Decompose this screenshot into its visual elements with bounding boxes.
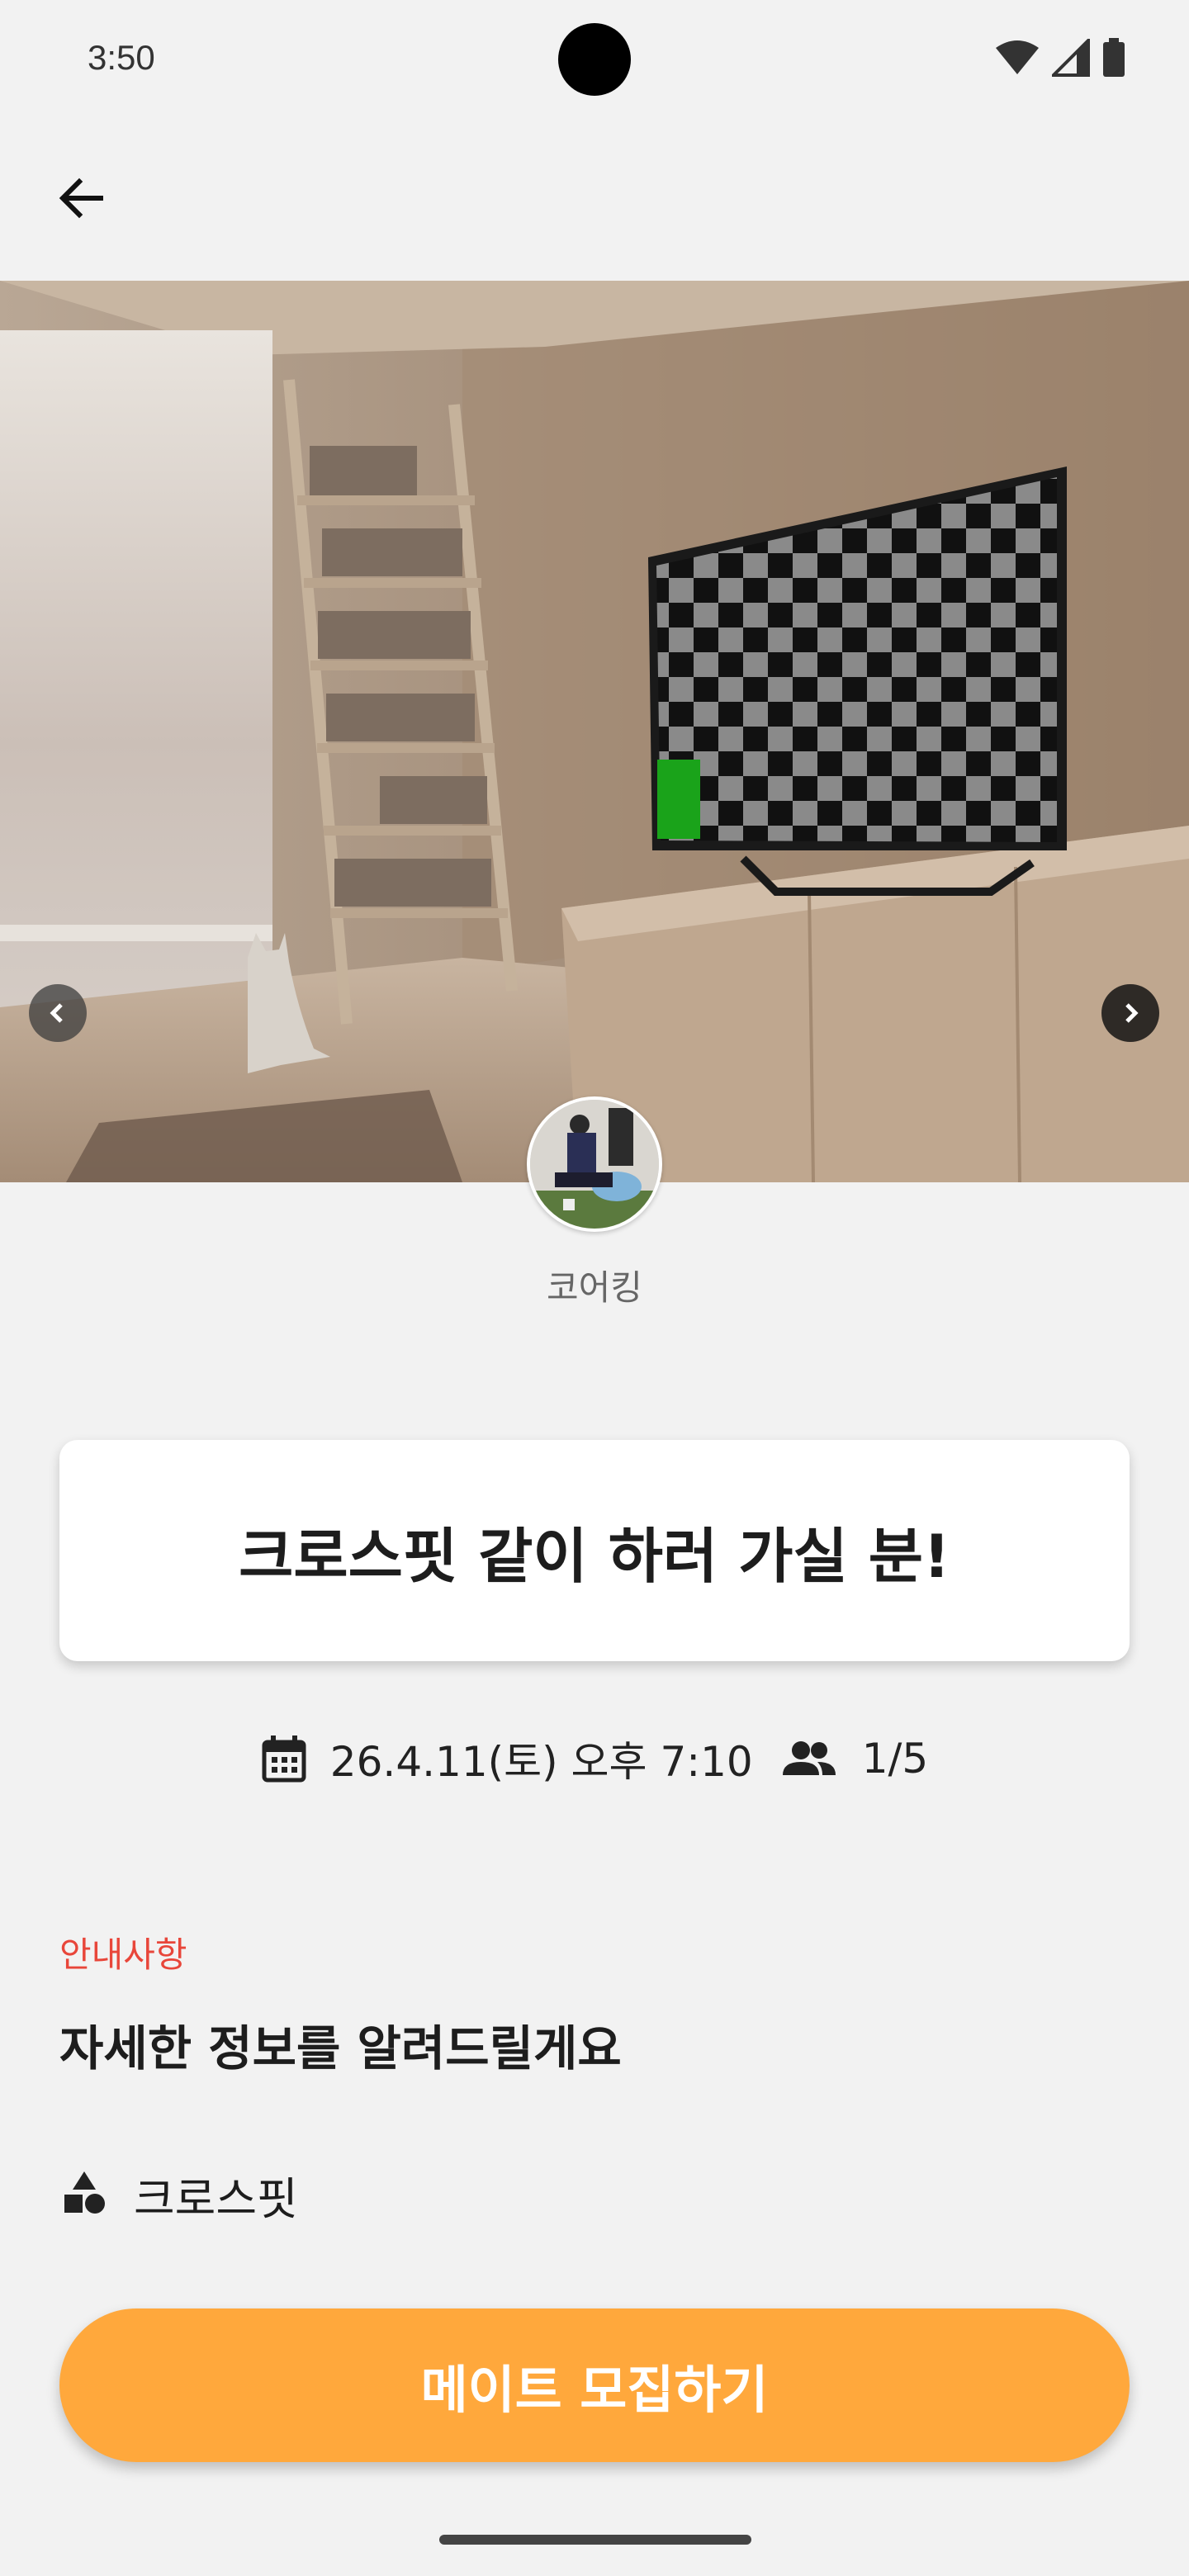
wifi-icon <box>994 40 1040 79</box>
post-title-card: 크로스핏 같이 하러 가실 분! <box>59 1440 1130 1661</box>
author-avatar[interactable] <box>527 1096 662 1232</box>
post-title: 크로스핏 같이 하러 가실 분! <box>239 1521 950 1591</box>
shapes-icon <box>59 2168 109 2221</box>
status-icons <box>994 36 1126 81</box>
category-label: 크로스핏 <box>134 2172 298 2225</box>
participant-count: 1/5 <box>861 1735 929 1783</box>
battery-icon <box>1101 38 1126 81</box>
calendar-icon <box>261 1734 307 1783</box>
back-button[interactable] <box>46 165 116 234</box>
workout-photo-avatar <box>530 1100 659 1229</box>
top-app-bar <box>0 116 1189 281</box>
chevron-left-icon <box>45 1000 71 1026</box>
chevron-right-icon <box>1117 1000 1144 1026</box>
category-row: 크로스핏 <box>59 2162 298 2228</box>
carousel-next-button[interactable] <box>1101 984 1159 1042</box>
recruit-mate-button[interactable]: 메이트 모집하기 <box>59 2308 1130 2462</box>
author-name: 코어킹 <box>547 1267 642 1308</box>
meeting-datetime: 26.4.11(토) 오후 7:10 <box>329 1738 753 1786</box>
carousel-prev-button[interactable] <box>29 984 87 1042</box>
post-meta-row: 26.4.11(토) 오후 7:10 1/5 <box>0 1727 1189 1790</box>
info-section-heading: 자세한 정보를 알려드릴게요 <box>59 2020 622 2076</box>
arrow-left-icon <box>54 172 107 228</box>
camera-cutout <box>558 23 631 96</box>
status-bar: 3:50 <box>0 0 1189 116</box>
hero-image <box>0 281 1189 1182</box>
home-indicator[interactable] <box>439 2535 751 2545</box>
status-time: 3:50 <box>88 38 155 77</box>
recruit-mate-button-label: 메이트 모집하기 <box>420 2360 769 2420</box>
room-with-tv-checkerboard-photo <box>0 281 1189 1182</box>
info-section-label: 안내사항 <box>59 1934 187 1975</box>
cellular-signal-icon <box>1049 36 1090 80</box>
people-icon <box>781 1739 837 1778</box>
